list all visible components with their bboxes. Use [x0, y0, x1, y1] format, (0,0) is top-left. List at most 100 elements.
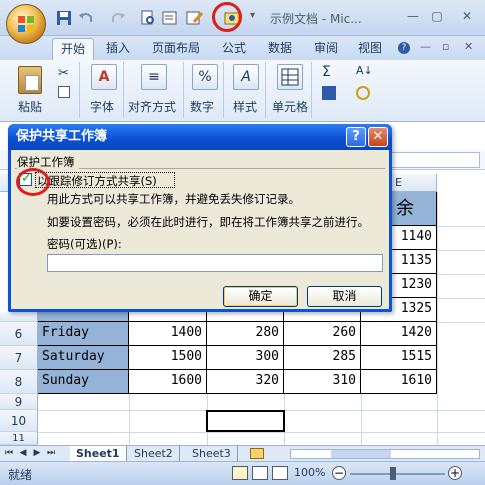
cell-b7[interactable]: 1500 — [129, 346, 207, 370]
font-icon[interactable]: A — [91, 64, 117, 90]
row-header-5[interactable] — [0, 312, 38, 322]
cell-b8[interactable]: 1600 — [129, 370, 207, 394]
password-input[interactable] — [47, 254, 383, 272]
ribbon: 粘贴 ✂ A 字体 ≡ 对齐方式 % 数字 A 样式 单元格 Σ A↓ — [0, 60, 485, 122]
copy-icon[interactable] — [58, 86, 70, 98]
row-header-8[interactable]: 8 — [0, 370, 38, 394]
cell-e6b[interactable]: 1420 — [361, 322, 437, 346]
sheet-tab-2[interactable]: Sheet2 — [128, 446, 180, 461]
tab-page-layout[interactable]: 页面布局 — [146, 38, 206, 60]
annotation-circle-checkbox — [16, 168, 50, 196]
clipboard-group: 粘贴 ✂ — [8, 62, 80, 118]
scrollbar-thumb[interactable] — [331, 450, 391, 458]
styles-button[interactable]: 样式 — [233, 98, 257, 115]
insert-sheet-icon[interactable] — [250, 448, 264, 459]
alignment-button[interactable]: 对齐方式 — [128, 98, 176, 115]
alignment-icon[interactable]: ≡ — [141, 64, 167, 90]
save-icon[interactable] — [56, 10, 72, 26]
cell-c7[interactable]: 300 — [207, 346, 284, 370]
tab-home[interactable]: 开始 — [52, 38, 94, 60]
row-header-6[interactable]: 6 — [0, 322, 38, 346]
prev-sheet-icon[interactable]: ◀ — [18, 447, 28, 460]
cut-icon[interactable]: ✂ — [58, 66, 69, 81]
office-logo-icon — [18, 16, 34, 32]
sort-filter-icon[interactable]: A↓ — [356, 64, 373, 77]
number-button[interactable]: 数字 — [190, 98, 214, 115]
ok-button[interactable]: 确定 — [223, 286, 298, 307]
zoom-out-icon[interactable]: − — [332, 466, 346, 480]
redo-icon[interactable] — [110, 10, 126, 26]
fill-icon[interactable] — [322, 86, 336, 100]
sheet-tab-1[interactable]: Sheet1 — [70, 446, 127, 461]
minimize-button[interactable]: — — [404, 8, 422, 24]
next-sheet-icon[interactable]: ▶ — [32, 447, 42, 460]
paste-icon[interactable] — [18, 66, 42, 94]
cell-e7[interactable]: 1515 — [361, 346, 437, 370]
zoom-slider-thumb[interactable] — [390, 467, 396, 480]
cell-e3[interactable]: 1140 — [392, 226, 437, 250]
spelling-icon[interactable] — [162, 10, 178, 26]
tab-data[interactable]: 数据 — [262, 38, 298, 60]
row-header-7[interactable]: 7 — [0, 346, 38, 370]
page-layout-view-icon[interactable] — [252, 466, 268, 480]
cell-c8[interactable]: 320 — [207, 370, 284, 394]
font-button[interactable]: 字体 — [90, 98, 114, 115]
horizontal-scrollbar[interactable] — [290, 449, 480, 459]
autosum-icon[interactable]: Σ — [322, 64, 331, 80]
last-sheet-icon[interactable]: ⏭ — [46, 447, 56, 460]
cells-button[interactable]: 单元格 — [272, 98, 308, 115]
tab-review[interactable]: 审阅 — [308, 38, 344, 60]
cell-b6[interactable]: 1400 — [129, 322, 207, 346]
page-break-view-icon[interactable] — [272, 466, 288, 480]
percent-icon[interactable]: % — [192, 64, 218, 90]
ribbon-minimize-icon[interactable]: — — [420, 40, 431, 53]
cell-e5[interactable]: 1230 — [392, 274, 437, 298]
dialog-help-button[interactable]: ? — [346, 127, 366, 147]
ribbon-restore-icon[interactable]: ▫ — [442, 40, 449, 53]
ribbon-close-icon[interactable]: ✕ — [464, 40, 473, 53]
header-cell-e[interactable]: 余 — [392, 192, 437, 226]
paste-button[interactable]: 粘贴 — [18, 98, 42, 115]
zoom-slider[interactable] — [350, 473, 445, 475]
zoom-in-icon[interactable]: + — [448, 466, 462, 480]
close-window-button[interactable]: ✕ — [458, 8, 476, 24]
undo-icon[interactable] — [78, 10, 94, 26]
row-header-10[interactable]: 10 — [0, 410, 38, 432]
cell-d8[interactable]: 310 — [284, 370, 361, 394]
cell-a6[interactable]: Friday — [38, 322, 129, 346]
tab-insert[interactable]: 插入 — [100, 38, 136, 60]
dialog-close-button[interactable]: ✕ — [368, 127, 388, 147]
first-sheet-icon[interactable]: ⏮ — [4, 447, 14, 460]
restore-button[interactable]: ▢ — [428, 8, 446, 24]
tab-formulas[interactable]: 公式 — [216, 38, 252, 60]
sheet-tab-3[interactable]: Sheet3 — [186, 446, 238, 461]
cell-d7[interactable]: 285 — [284, 346, 361, 370]
cell-d6[interactable]: 260 — [284, 322, 361, 346]
formula-input[interactable] — [388, 152, 480, 168]
tab-view[interactable]: 视图 — [352, 38, 388, 60]
active-cell-c10[interactable] — [206, 410, 285, 432]
help-icon[interactable]: ? — [398, 42, 410, 54]
cell-c6[interactable]: 280 — [207, 322, 284, 346]
find-select-icon[interactable] — [356, 86, 370, 100]
styles-group: A 样式 — [226, 62, 266, 118]
styles-icon[interactable]: A — [233, 64, 259, 90]
row-header-11[interactable]: 11 — [0, 432, 38, 445]
cancel-button[interactable]: 取消 — [307, 286, 382, 307]
cells-icon[interactable] — [277, 64, 303, 90]
cell-a5 — [38, 312, 129, 322]
normal-view-icon[interactable] — [232, 466, 248, 480]
zoom-level[interactable]: 100% — [294, 466, 325, 479]
cell-e8[interactable]: 1610 — [361, 370, 437, 394]
row-header-9[interactable]: 9 — [0, 394, 38, 410]
print-preview-icon[interactable] — [140, 10, 156, 26]
qat-customize-icon[interactable]: ▾ — [250, 10, 255, 21]
office-button[interactable] — [6, 4, 46, 44]
cell-a8[interactable]: Sunday — [38, 370, 129, 394]
checkbox-label[interactable]: 以跟踪修订方式共享(S) — [37, 173, 157, 189]
cell-a7[interactable]: Saturday — [38, 346, 129, 370]
track-changes-icon[interactable] — [186, 10, 204, 26]
cell-e4[interactable]: 1135 — [392, 250, 437, 274]
font-group: A 字体 — [84, 62, 124, 118]
dialog-body: 保护工作簿 ✓ 以跟踪修订方式共享(S) 用此方式可以共享工作簿，并避免丢失修订… — [11, 150, 389, 309]
